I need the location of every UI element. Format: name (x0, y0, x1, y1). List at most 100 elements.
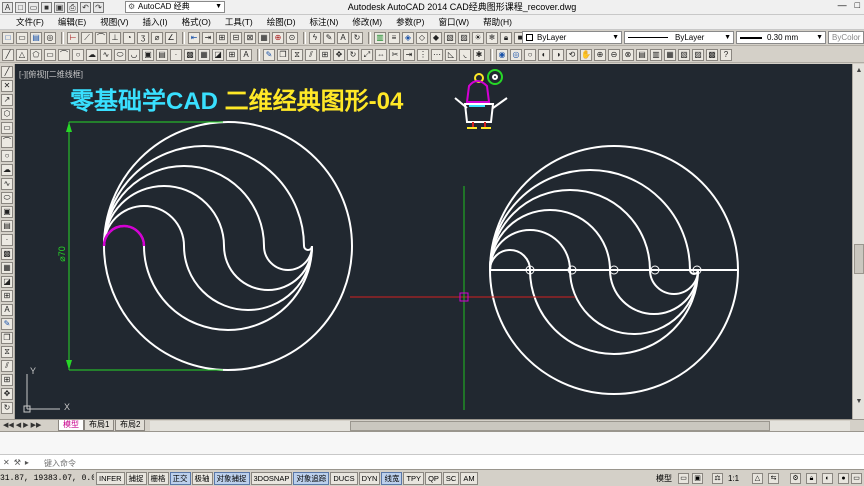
center-mark-icon[interactable]: ⊕ (272, 31, 284, 44)
layer-match-icon[interactable]: ▧ (444, 31, 456, 44)
table-icon[interactable]: ⊞ (226, 48, 238, 61)
horizontal-scrollbar[interactable] (150, 421, 850, 431)
gradient-tool-icon[interactable]: ▦ (1, 262, 13, 274)
zoom-extents-icon[interactable]: ⊗ (622, 48, 634, 61)
offset-icon[interactable]: ⫽ (305, 48, 317, 61)
hardware-accel-icon[interactable]: ◐ (822, 473, 833, 484)
jogged-icon[interactable]: ʒ (137, 31, 149, 44)
next-tab-icon[interactable]: ▶ (23, 421, 28, 429)
menu-file[interactable]: 文件(F) (0, 15, 51, 29)
toggle-otrack[interactable]: 对象追踪 (293, 472, 330, 485)
make-block-icon[interactable]: ▤ (156, 48, 168, 61)
design-center-icon[interactable]: ▥ (650, 48, 662, 61)
new-icon[interactable]: □ (2, 31, 14, 44)
menu-help[interactable]: 帮助(H) (476, 15, 519, 29)
linetype-control[interactable]: ByLayer ▼ (624, 31, 734, 44)
arc-length-icon[interactable]: ⌒ (95, 31, 107, 44)
isolate-objects-icon[interactable]: ● (838, 473, 849, 484)
toggle-3dosnap[interactable]: 3DOSNAP (250, 472, 293, 485)
menu-tools[interactable]: 工具(T) (218, 15, 260, 29)
menu-parametric[interactable]: 参数(P) (389, 15, 431, 29)
calc-icon[interactable]: ▩ (706, 48, 718, 61)
ellipse-tool-icon[interactable]: ⬭ (1, 192, 13, 204)
drawing-canvas[interactable]: [-][俯视][二维线框] 零基础学CAD 二维经典图形-04 ⌀70 Y X (15, 64, 852, 419)
rotate-icon[interactable]: ↻ (347, 48, 359, 61)
mtext-icon[interactable]: A (240, 48, 252, 61)
view-left-icon[interactable]: ○ (524, 48, 536, 61)
continue-icon[interactable]: ⊞ (216, 31, 228, 44)
lineweight-control[interactable]: 0.30 mm ▼ (736, 31, 826, 44)
diameter-icon[interactable]: ⌀ (151, 31, 163, 44)
sheet-set-icon[interactable]: ▧ (678, 48, 690, 61)
toggle-osnap[interactable]: 对象捕捉 (213, 472, 250, 485)
layer-state-icon[interactable]: ◈ (402, 31, 414, 44)
text-tool-icon[interactable]: A (1, 304, 13, 316)
toggle-ortho[interactable]: 正交 (169, 472, 191, 485)
model-space-button[interactable]: 模型 (656, 472, 672, 485)
edit-text-icon[interactable]: A (337, 31, 349, 44)
dim-style-icon[interactable]: ▥ (374, 31, 386, 44)
polygon-tool-icon[interactable]: ⬡ (1, 108, 13, 120)
menu-edit[interactable]: 编辑(E) (51, 15, 93, 29)
zoom-window-icon[interactable]: ⊕ (594, 48, 606, 61)
open-icon[interactable]: ▤ (30, 31, 42, 44)
command-input[interactable] (44, 457, 344, 469)
angular-icon[interactable]: ∠ (165, 31, 177, 44)
toggle-polar[interactable]: 极轴 (191, 472, 213, 485)
construction-line-icon[interactable]: ✕ (1, 80, 13, 92)
layer-lock-icon[interactable]: 🔒︎ (500, 31, 512, 44)
layer-off-icon[interactable]: ☀ (472, 31, 484, 44)
first-tab-icon[interactable]: ◀◀ (3, 421, 14, 429)
scroll-up-icon[interactable]: ▲ (854, 66, 864, 76)
annotation-visibility-icon[interactable]: △ (752, 473, 763, 484)
wrench-icon[interactable]: ⚒ (14, 458, 21, 467)
horizontal-scroll-thumb[interactable] (350, 421, 770, 431)
copy-icon[interactable]: ❐ (277, 48, 289, 61)
inspect-icon[interactable]: ⊙ (286, 31, 298, 44)
radius-icon[interactable]: ◔ (123, 31, 135, 44)
toggle-snap[interactable]: 捕捉 (125, 472, 147, 485)
annotation-scale-value[interactable]: 1:1 (728, 472, 739, 485)
quick-view-layouts-icon[interactable]: ▭ (678, 473, 689, 484)
view-top-icon[interactable]: ◉ (496, 48, 508, 61)
minimize-button[interactable]: — (838, 0, 847, 10)
block-icon[interactable]: ▣ (142, 48, 154, 61)
line-tool-icon[interactable]: ╱ (1, 66, 13, 78)
quick-dim-icon[interactable]: ⇤ (188, 31, 200, 44)
workspace-switch-icon[interactable]: ⚙ (790, 473, 801, 484)
plotstyle-control[interactable]: ByColor (828, 31, 864, 44)
toggle-grid[interactable]: 栅格 (147, 472, 169, 485)
view-right-icon[interactable]: ◐ (538, 48, 550, 61)
toggle-lineweight[interactable]: 线宽 (381, 472, 403, 485)
revcloud-icon[interactable]: ☁ (86, 48, 98, 61)
erase-tool-icon[interactable]: ✎ (1, 318, 13, 330)
zoom-prev-icon[interactable]: ⊖ (608, 48, 620, 61)
hatch-tool-icon[interactable]: ▩ (1, 248, 13, 260)
ellipse-arc-icon[interactable]: ◡ (128, 48, 140, 61)
markup-icon[interactable]: ▨ (692, 48, 704, 61)
rectangle-icon[interactable]: ▭ (16, 31, 28, 44)
menu-view[interactable]: 视图(V) (93, 15, 135, 29)
view-front-icon[interactable]: ◎ (510, 48, 522, 61)
edit-dim-icon[interactable]: ✎ (323, 31, 335, 44)
erase-icon[interactable]: ✎ (263, 48, 275, 61)
clean-screen-icon[interactable]: ▭ (851, 473, 862, 484)
insert-block-icon[interactable]: ▣ (1, 206, 13, 218)
space-icon[interactable]: ⊟ (230, 31, 242, 44)
array-tool-icon[interactable]: ⊞ (1, 374, 13, 386)
menu-draw[interactable]: 绘图(D) (260, 15, 303, 29)
toggle-am[interactable]: AM (460, 472, 478, 485)
toggle-infer[interactable]: INFER (96, 472, 125, 485)
move-icon[interactable]: ✥ (333, 48, 345, 61)
toggle-sc[interactable]: SC (442, 472, 460, 485)
menu-modify[interactable]: 修改(M) (345, 15, 389, 29)
command-prompt-icon[interactable]: ▸ (25, 458, 29, 467)
coordinate-readout[interactable]: 31.87, 19383.07, 0.00 (0, 472, 94, 485)
circle-icon[interactable]: ○ (72, 48, 84, 61)
layer-freeze-icon[interactable]: ❄ (486, 31, 498, 44)
table-tool-icon[interactable]: ⊞ (1, 290, 13, 302)
fillet-icon[interactable]: ◟ (459, 48, 471, 61)
auto-scale-icon[interactable]: ⇆ (768, 473, 779, 484)
toggle-dyn[interactable]: DYN (358, 472, 381, 485)
trim-icon[interactable]: ✂ (389, 48, 401, 61)
